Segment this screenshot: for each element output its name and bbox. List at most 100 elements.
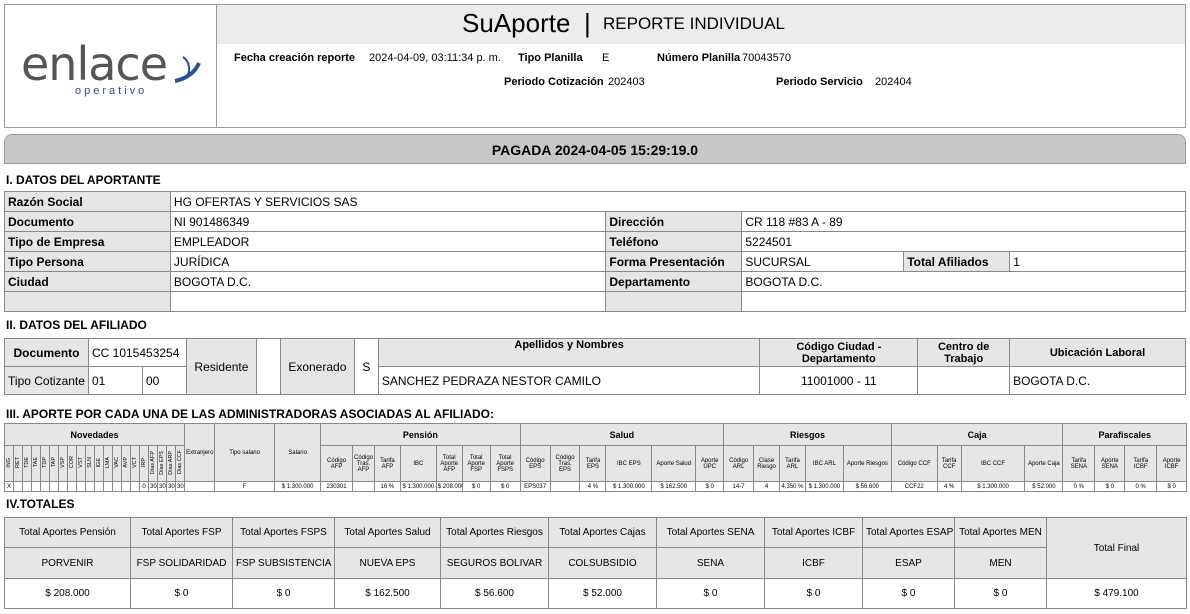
novedad-value — [112, 481, 122, 492]
total-entity: PORVENIR — [4, 547, 131, 579]
forma-presentacion-label: Forma Presentación — [605, 251, 743, 272]
tipo-empresa-value: EMPLEADOR — [169, 231, 607, 252]
tipo-salario-value: F — [214, 481, 276, 492]
salud-col-header: IBC EPS — [605, 445, 653, 482]
total-final-label: Total Final — [1046, 517, 1187, 579]
tipo-salario-header: Tipo salario — [214, 423, 276, 482]
total-entity: FSP SUBSISTENCIA — [232, 547, 335, 579]
periodo-servicio-label: Periodo Servicio — [776, 76, 863, 88]
parafiscales-group-header: Parafiscales — [1062, 423, 1188, 446]
documento-label: Documento — [4, 211, 171, 232]
novedad-col-header: ING — [4, 445, 14, 482]
extranjero-value — [184, 481, 216, 492]
novedad-col-header: TAE — [31, 445, 41, 482]
novedad-col-header: AVP — [121, 445, 131, 482]
pension-value: $ 0 — [489, 481, 521, 492]
pension-value — [352, 481, 375, 492]
periodo-cotizacion-value: 202403 — [608, 76, 645, 88]
report-title: REPORTE INDIVIDUAL — [603, 14, 786, 33]
salario-header: Salario — [274, 423, 322, 482]
pension-col-header: Total Aporte FSP — [461, 445, 491, 482]
caja-value: 4 % — [936, 481, 962, 492]
caja-col-header: Código CCF — [890, 445, 938, 482]
periodo-cotizacion-label: Periodo Cotización — [504, 76, 604, 88]
riesgos-col-header: IBC ARL — [804, 445, 844, 482]
pension-group-header: Pensión — [320, 423, 521, 446]
total-value: $ 162.500 — [334, 578, 441, 609]
total-header: Total Aportes FSPS — [232, 517, 335, 548]
novedad-col-header: Días AFP — [148, 445, 158, 482]
pension-value: 16 % — [373, 481, 401, 492]
novedad-col-header: RET — [13, 445, 23, 482]
pension-col-header: Código AFP — [320, 445, 354, 482]
parafiscales-value: 0 % — [1062, 481, 1096, 492]
parafiscales-col-header: Tarifa ICBF — [1124, 445, 1158, 482]
salud-value — [549, 481, 581, 492]
empty-cell — [169, 291, 607, 312]
riesgos-group-header: Riesgos — [723, 423, 892, 446]
salario-value: $ 1.300.000 — [274, 481, 322, 492]
novedad-col-header: Días ARP — [166, 445, 176, 482]
novedad-col-header: Días EPS — [157, 445, 167, 482]
salud-value: 4 % — [579, 481, 607, 492]
ciudad-label: Ciudad — [4, 271, 171, 292]
logo-subtext: operativo — [75, 85, 148, 97]
logo-text: enlace — [21, 37, 168, 91]
novedad-col-header: IRP — [139, 445, 149, 482]
total-entity: NUEVA EPS — [334, 547, 441, 579]
subtipo-value: 00 — [141, 366, 187, 395]
novedad-value — [40, 481, 50, 492]
tipo-empresa-label: Tipo de Empresa — [4, 231, 171, 252]
novedad-value — [103, 481, 113, 492]
riesgos-value: $ 56.600 — [842, 481, 892, 492]
novedad-col-header: SLN — [85, 445, 95, 482]
novedad-col-header: VAC — [112, 445, 122, 482]
telefono-label: Teléfono — [605, 231, 743, 252]
caja-value: $ 52.000 — [1024, 481, 1064, 492]
salud-col-header: Tarifa EPS — [579, 445, 607, 482]
empty-cell — [605, 291, 743, 312]
novedad-col-label: VAC — [114, 457, 120, 468]
total-afiliados-label: Total Afiliados — [903, 251, 1011, 272]
afiliado-documento-label: Documento — [4, 338, 89, 367]
section-aportante-title: I. DATOS DEL APORTANTE — [6, 173, 161, 187]
novedad-col-header: VSP — [58, 445, 68, 482]
novedad-value — [130, 481, 140, 492]
total-header: Total Aportes MEN — [954, 517, 1047, 548]
telefono-value: 5224501 — [741, 231, 1186, 252]
departamento-label: Departamento — [605, 271, 743, 292]
novedad-col-header: TAP — [49, 445, 59, 482]
tipo-persona-value: JURÍDICA — [169, 251, 607, 272]
fecha-value: 2024-04-09, 03:11:34 p. m. — [369, 52, 501, 64]
ubicacion-label: Ubicación Laboral — [1009, 338, 1186, 367]
pension-value: $ 208.000 — [435, 481, 463, 492]
novedad-value: 0 — [139, 481, 149, 492]
novedad-col-label: Días CCF — [177, 450, 184, 475]
novedad-col-label: VCT — [132, 457, 138, 468]
riesgos-value: 4,350 % — [779, 481, 806, 492]
salud-value: $ 0 — [695, 481, 725, 492]
tipo-cotizante-label: Tipo Cotizante — [4, 366, 89, 395]
riesgos-value: 4 — [753, 481, 781, 492]
novedad-col-label: Días EPS — [159, 450, 165, 475]
caja-col-header: Aporte Caja — [1024, 445, 1064, 482]
novedad-value — [76, 481, 86, 492]
aportante-table: Razón Social HG OFERTAS Y SERVICIOS SAS … — [4, 191, 1187, 312]
pension-col-header: Total Aporte FSPS — [489, 445, 521, 482]
salud-value: $ 162.500 — [651, 481, 697, 492]
section-totales-title: IV.TOTALES — [6, 497, 75, 511]
payment-status-bar: PAGADA 2024-04-05 15:29:19.0 — [4, 134, 1186, 164]
novedad-col-header: VST — [76, 445, 86, 482]
novedad-value: 30 — [148, 481, 158, 492]
novedad-value: X — [4, 481, 14, 492]
caja-col-header: IBC CCF — [960, 445, 1026, 482]
total-header: Total Aportes Cajas — [548, 517, 657, 548]
novedad-value — [67, 481, 77, 492]
caja-col-header: Tarifa CCF — [936, 445, 962, 482]
novedad-value: 30 — [157, 481, 167, 492]
numero-planilla-label: Número Planilla — [657, 52, 741, 64]
fecha-label: Fecha creación reporte — [234, 52, 356, 64]
afiliado-documento-value: CC 1015453254 — [87, 338, 187, 367]
pension-col-header: Total Aporte AFP — [435, 445, 463, 482]
nombres-label: Apellidos y Nombres — [377, 338, 761, 367]
